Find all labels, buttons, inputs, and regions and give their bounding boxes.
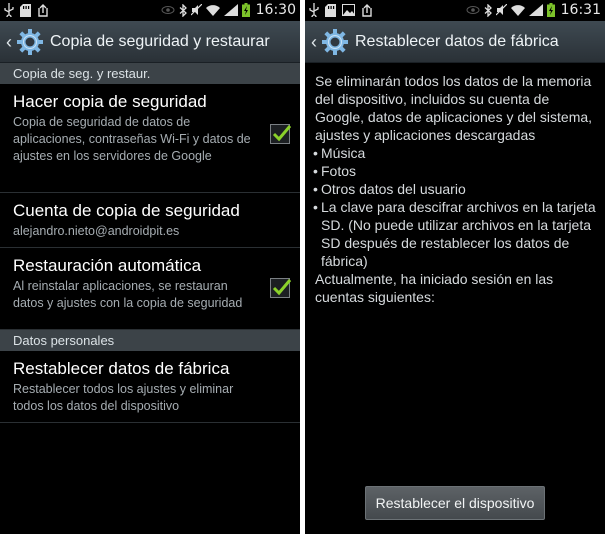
wifi-icon [205, 4, 220, 16]
auto-restore-item[interactable]: Restauración automática Al reinstalar ap… [0, 248, 300, 330]
pref-summary: alejandro.nieto@androidpit.es [13, 224, 180, 238]
list-item: La clave para descifrar archivos en la t… [313, 198, 600, 270]
factory-reset-screen: 16:31 ‹ Restablecer datos de fábrica Se … [305, 0, 605, 534]
backup-data-item[interactable]: Hacer copia de seguridad Copia de seguri… [0, 84, 300, 193]
backup-restore-screen: 16:30 ‹ Copia de seguridad y restaurar C… [0, 0, 300, 534]
pref-summary: Restablecer todos los ajustes y eliminar… [13, 382, 234, 413]
pref-title: Restauración automática [13, 256, 202, 275]
bluetooth-icon [179, 3, 187, 17]
backup-checkbox[interactable] [270, 124, 292, 144]
usb-icon [309, 3, 319, 17]
status-clock: 16:31 [560, 2, 601, 18]
sd-card-icon [20, 3, 31, 17]
status-bar: 16:30 [0, 0, 300, 20]
eye-icon [466, 6, 480, 14]
list-item: Otros datos del usuario [313, 180, 600, 198]
section-header-backup: Copia de seg. y restaur. [0, 63, 300, 84]
battery-charging-icon [546, 3, 555, 17]
settings-gear-icon [17, 28, 43, 55]
battery-charging-icon [241, 3, 250, 17]
signal-icon [223, 4, 238, 16]
auto-restore-checkbox[interactable] [270, 278, 292, 298]
bluetooth-icon [484, 3, 492, 17]
pref-title: Restablecer datos de fábrica [13, 359, 230, 378]
pref-summary: Al reinstalar aplicaciones, se restauran… [13, 279, 243, 310]
accounts-list [315, 330, 565, 400]
pref-title: Hacer copia de seguridad [13, 92, 207, 111]
factory-reset-item[interactable]: Restablecer datos de fábrica Restablecer… [0, 351, 300, 423]
status-clock: 16:30 [255, 2, 296, 18]
mute-icon [495, 4, 507, 16]
status-bar: 16:31 [305, 0, 605, 20]
eye-icon [161, 6, 175, 14]
reset-device-button[interactable]: Restablecer el dispositivo [365, 486, 545, 520]
usb-icon [4, 3, 14, 17]
list-item: Fotos [313, 162, 600, 180]
settings-list: Copia de seg. y restaur. Hacer copia de … [0, 63, 300, 423]
pref-title: Cuenta de copia de seguridad [13, 201, 240, 220]
upload-icon [362, 3, 372, 17]
mute-icon [190, 4, 202, 16]
check-icon [272, 279, 292, 296]
back-chevron-icon[interactable]: ‹ [6, 33, 12, 51]
settings-gear-icon [322, 28, 348, 55]
sd-card-icon [325, 3, 336, 17]
action-bar[interactable]: ‹ Copia de seguridad y restaurar [0, 21, 300, 63]
image-icon [342, 4, 355, 16]
list-item: Música [313, 144, 600, 162]
intro-text: Se eliminarán todos los datos de la memo… [315, 73, 593, 143]
signal-icon [528, 4, 543, 16]
screen-title: Copia de seguridad y restaurar [50, 32, 270, 50]
pref-summary: Copia de seguridad de datos de aplicacio… [13, 115, 251, 163]
accounts-text: Actualmente, ha iniciado sesión en las c… [315, 271, 554, 305]
backup-account-item[interactable]: Cuenta de copia de seguridad alejandro.n… [0, 193, 300, 248]
factory-reset-description: Se eliminarán todos los datos de la memo… [313, 72, 600, 306]
action-bar[interactable]: ‹ Restablecer datos de fábrica [305, 21, 605, 63]
check-icon [272, 125, 292, 142]
screen-title: Restablecer datos de fábrica [355, 32, 559, 50]
upload-icon [38, 3, 48, 17]
back-chevron-icon[interactable]: ‹ [311, 33, 317, 51]
wifi-icon [510, 4, 525, 16]
section-header-personal: Datos personales [0, 330, 300, 351]
